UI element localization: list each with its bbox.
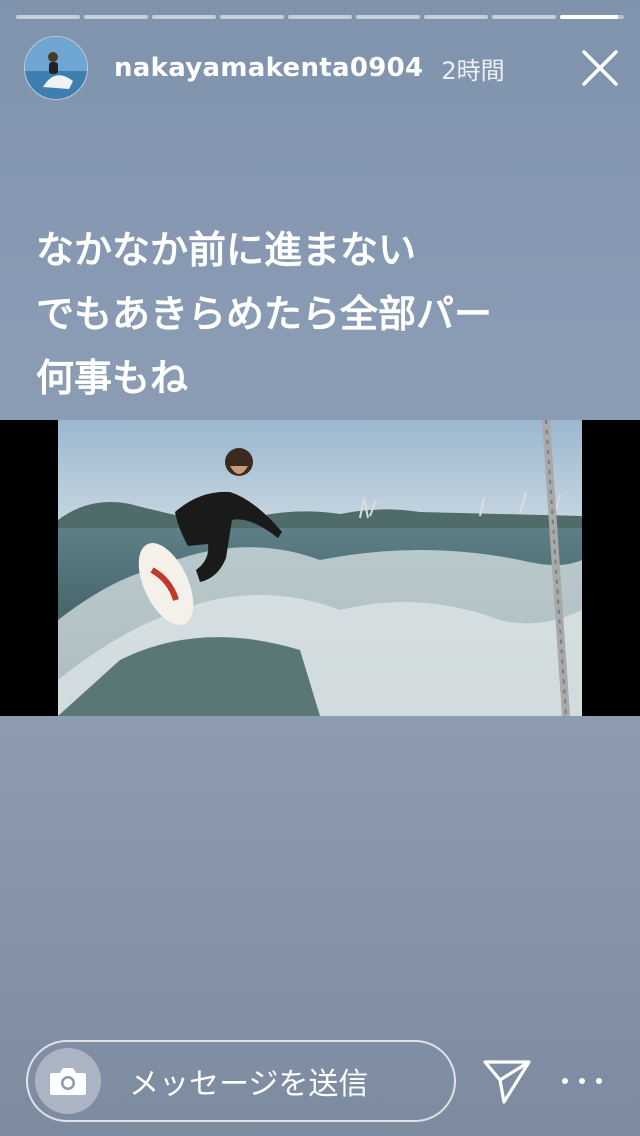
more-options-button[interactable] xyxy=(562,1066,602,1096)
progress-segment xyxy=(16,15,80,19)
story-media[interactable] xyxy=(0,420,640,716)
story-progress-bar xyxy=(16,15,624,19)
reply-bar: メッセージを送信 xyxy=(0,1006,640,1136)
progress-segment xyxy=(288,15,352,19)
message-input[interactable]: メッセージを送信 xyxy=(26,1040,456,1122)
progress-segment xyxy=(84,15,148,19)
avatar-photo-icon xyxy=(25,37,87,99)
post-time: 2時間 xyxy=(441,56,505,85)
caption-line: 何事もね xyxy=(36,356,189,400)
progress-segment xyxy=(492,15,556,19)
send-button[interactable] xyxy=(482,1056,532,1106)
more-icon xyxy=(562,1078,568,1084)
caption-line: なかなか前に進まない xyxy=(36,228,417,272)
story-caption: なかなか前に進まない でもあきらめたら全部パー 何事もね xyxy=(36,218,620,410)
progress-segment xyxy=(356,15,420,19)
close-icon xyxy=(582,50,618,86)
progress-segment xyxy=(220,15,284,19)
more-icon xyxy=(579,1078,585,1084)
avatar[interactable] xyxy=(24,36,88,100)
camera-button[interactable] xyxy=(35,1048,101,1114)
progress-fill xyxy=(560,15,618,19)
story-header: nakayamakenta0904 2時間 xyxy=(24,36,620,100)
username[interactable]: nakayamakenta0904 xyxy=(114,53,423,83)
send-icon xyxy=(483,1060,531,1104)
message-placeholder: メッセージを送信 xyxy=(129,1067,369,1102)
surfing-photo-icon xyxy=(0,420,640,716)
caption-line: でもあきらめたら全部パー xyxy=(36,292,493,336)
more-icon xyxy=(596,1078,602,1084)
story-viewer[interactable]: nakayamakenta0904 2時間 なかなか前に進まない でもあきらめた… xyxy=(0,0,640,1136)
progress-segment xyxy=(424,15,488,19)
progress-segment xyxy=(560,15,624,19)
progress-segment xyxy=(152,15,216,19)
camera-icon xyxy=(50,1068,86,1095)
close-button[interactable] xyxy=(580,48,620,88)
